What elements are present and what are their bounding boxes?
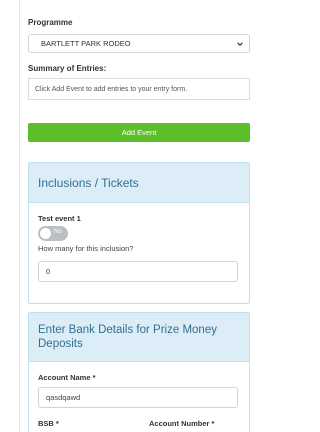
- bank-details-title: Enter Bank Details for Prize Money Depos…: [29, 313, 249, 362]
- toggle-knob: [40, 228, 51, 239]
- summary-label: Summary of Entries:: [28, 64, 107, 73]
- event-name: Test event 1: [38, 214, 81, 223]
- add-event-button[interactable]: Add Event: [28, 123, 250, 142]
- inclusion-quantity-value: 0: [46, 267, 51, 276]
- account-name-input[interactable]: qasdqawd: [38, 387, 238, 408]
- page-left-border: [19, 0, 20, 432]
- account-name-value: qasdqawd: [46, 393, 81, 402]
- account-number-label: Account Number *: [149, 419, 215, 428]
- account-name-label: Account Name *: [38, 373, 96, 382]
- programme-select[interactable]: BARTLETT PARK RODEO: [28, 34, 250, 53]
- summary-box: Click Add Event to add entries to your e…: [28, 78, 250, 100]
- programme-label: Programme: [28, 18, 73, 27]
- inclusion-quantity-input[interactable]: 0: [38, 261, 238, 282]
- inclusions-panel: Inclusions / Tickets Test event 1 No How…: [28, 162, 250, 304]
- inclusion-question: How many for this inclusion?: [38, 244, 134, 253]
- inclusions-title: Inclusions / Tickets: [29, 163, 249, 203]
- toggle-text: No: [54, 229, 62, 235]
- summary-text: Click Add Event to add entries to your e…: [35, 85, 188, 93]
- bsb-label: BSB *: [38, 419, 59, 428]
- programme-select-value: BARTLETT PARK RODEO: [41, 39, 131, 48]
- bank-details-panel: Enter Bank Details for Prize Money Depos…: [28, 312, 250, 432]
- inclusion-toggle[interactable]: No: [38, 226, 68, 241]
- chevron-down-icon: [237, 42, 243, 46]
